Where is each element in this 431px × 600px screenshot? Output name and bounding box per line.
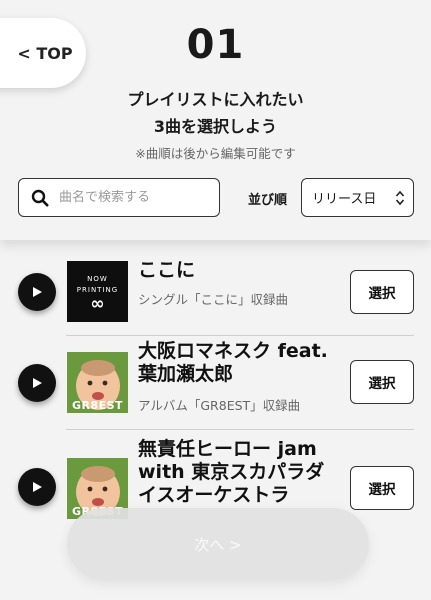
order-note: ※曲順は後から編集可能です <box>135 146 296 161</box>
song-subtitle: アルバム「GR8EST」収録曲 <box>138 398 301 413</box>
sort-select[interactable]: リリース日 <box>301 178 414 217</box>
heading-line-2: 3曲を選択しよう <box>153 117 278 136</box>
play-icon <box>33 482 42 492</box>
search-box[interactable] <box>18 178 220 217</box>
search-icon <box>31 189 49 207</box>
step-number: 01 <box>186 22 245 68</box>
play-button[interactable] <box>18 273 56 311</box>
jacket-symbol: ∞ <box>90 294 105 314</box>
play-button[interactable] <box>18 364 56 402</box>
chevron-updown-icon <box>395 190 405 206</box>
select-button[interactable]: 選択 <box>350 466 414 510</box>
select-button[interactable]: 選択 <box>350 270 414 314</box>
jacket-text: GR8EST <box>71 399 124 412</box>
heading-line-1: プレイリストに入れたい <box>127 90 304 109</box>
header-panel: < TOP 01 プレイリストに入れたい 3曲を選択しよう ※曲順は後から編集可… <box>0 0 431 240</box>
sort-label: 並び順 <box>248 193 288 208</box>
song-title: ここに <box>138 259 196 281</box>
song-title: 大阪ロマネスク feat. 葉加瀬太郎 <box>138 340 343 386</box>
song-title-line-1: 大阪ロマネスク feat. <box>138 340 328 362</box>
song-title-line-3: イスオーケストラ <box>138 484 290 506</box>
song-title-line-2: with 東京スカパラダ <box>138 461 325 483</box>
divider <box>66 335 414 336</box>
jacket-text-1: NOW <box>87 275 108 283</box>
play-button[interactable] <box>18 468 56 506</box>
select-button[interactable]: 選択 <box>350 360 414 404</box>
divider <box>66 429 414 430</box>
search-input[interactable] <box>59 190 209 205</box>
song-title-line-1: 無責任ヒーロー jam <box>138 438 317 460</box>
play-icon <box>33 378 42 388</box>
song-title: 無責任ヒーロー jam with 東京スカパラダ イスオーケストラ <box>138 438 343 507</box>
jacket-text-2: PRINTING <box>76 286 119 294</box>
song-subtitle: シングル「ここに」収録曲 <box>138 292 289 307</box>
song-title-line-2: 葉加瀬太郎 <box>138 363 234 385</box>
album-jacket: GR8EST <box>67 352 128 413</box>
next-button[interactable]: 次へ > <box>67 508 369 580</box>
play-icon <box>33 287 42 297</box>
sort-selected-value: リリース日 <box>312 192 377 207</box>
next-button-label: 次へ > <box>194 535 242 554</box>
page-heading: プレイリストに入れたい 3曲を選択しよう <box>0 86 431 140</box>
album-jacket: NOW PRINTING ∞ <box>67 261 128 322</box>
